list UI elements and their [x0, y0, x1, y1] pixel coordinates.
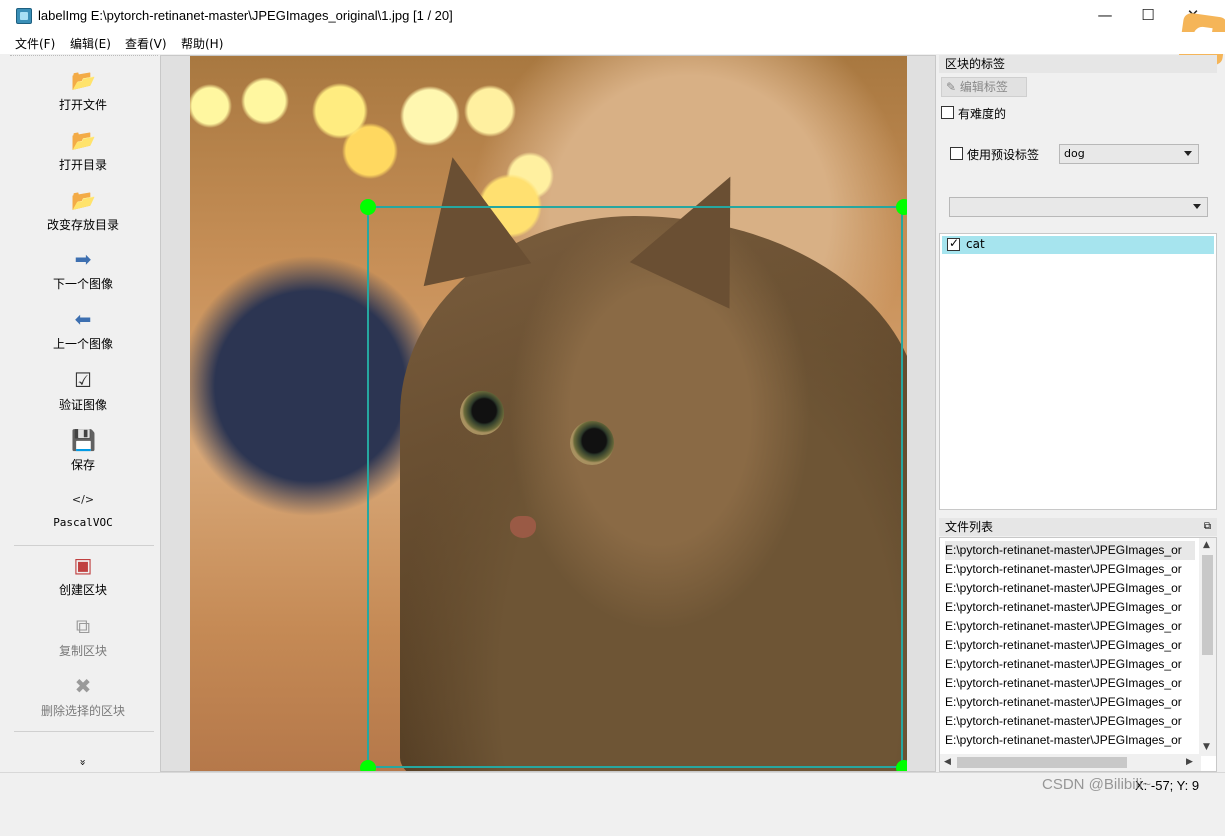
- format-pascalvoc-button[interactable]: </> PascalVOC: [10, 488, 156, 529]
- open-file-button[interactable]: 📂 打开文件: [10, 68, 156, 113]
- use-default-label-text: 使用预设标签: [967, 148, 1040, 162]
- save-button[interactable]: 💾 保存: [10, 428, 156, 473]
- open-dir-label: 打开目录: [58, 158, 107, 172]
- label-item-text: cat: [966, 237, 985, 251]
- menu-edit[interactable]: 编辑(E): [70, 35, 111, 52]
- checkbox-icon: ☑: [74, 368, 92, 392]
- create-box-icon: ▣: [73, 553, 93, 577]
- file-list-vertical-scrollbar[interactable]: ▲ ▼: [1199, 538, 1216, 756]
- file-list-item[interactable]: E:\pytorch-retinanet-master\JPEGImages_o…: [945, 655, 1195, 674]
- arrow-left-icon: ⬅: [74, 307, 92, 331]
- toolbar-more-icon[interactable]: »: [77, 690, 90, 836]
- label-list: cat: [939, 233, 1217, 510]
- bounding-box-cat[interactable]: [367, 206, 903, 768]
- prev-image-label: 上一个图像: [52, 337, 113, 351]
- file-list-item[interactable]: E:\pytorch-retinanet-master\JPEGImages_o…: [945, 617, 1195, 636]
- file-list-item[interactable]: E:\pytorch-retinanet-master\JPEGImages_o…: [945, 712, 1195, 731]
- left-toolbar: 📂 打开文件 📂 打开目录 📂 改变存放目录 ➡ 下一个图像 ⬅ 上一个图像 ☑…: [10, 55, 158, 772]
- create-box-label: 创建区块: [58, 583, 107, 597]
- file-list-item[interactable]: E:\pytorch-retinanet-master\JPEGImages_o…: [945, 579, 1195, 598]
- labelimg-app-icon: [16, 8, 32, 24]
- label-visible-checkbox[interactable]: [947, 236, 960, 251]
- create-box-button[interactable]: ▣ 创建区块: [10, 553, 156, 598]
- change-save-dir-button[interactable]: 📂 改变存放目录: [10, 188, 156, 233]
- edit-label-text: 编辑标签: [959, 80, 1008, 94]
- difficult-label: 有难度的: [958, 107, 1007, 121]
- file-list-item[interactable]: E:\pytorch-retinanet-master\JPEGImages_o…: [945, 731, 1195, 750]
- right-panel: 区块的标签 ✎ 编辑标签 有难度的 使用预设标签 dog cat 文件列表 ⧉ …: [939, 55, 1217, 772]
- bbox-handle-bottom-right[interactable]: [896, 760, 907, 771]
- file-list-item[interactable]: E:\pytorch-retinanet-master\JPEGImages_o…: [945, 541, 1195, 560]
- label-list-item[interactable]: cat: [942, 236, 1214, 254]
- prev-image-button[interactable]: ⬅ 上一个图像: [10, 307, 156, 352]
- next-image-button[interactable]: ➡ 下一个图像: [10, 247, 156, 292]
- verify-image-button[interactable]: ☑ 验证图像: [10, 368, 156, 413]
- open-dir-button[interactable]: 📂 打开目录: [10, 128, 156, 173]
- pascalvoc-label: PascalVOC: [53, 516, 113, 529]
- maximize-button[interactable]: ☐: [1128, 4, 1168, 28]
- code-icon: </>: [71, 493, 95, 506]
- horizontal-scroll-thumb[interactable]: [957, 757, 1127, 768]
- save-icon: 💾: [71, 428, 96, 452]
- image-canvas[interactable]: [160, 55, 936, 772]
- title-bar: labelImg E:\pytorch-retinanet-master\JPE…: [0, 0, 1225, 32]
- folder-open-icon: 📂: [71, 68, 96, 92]
- verify-image-label: 验证图像: [58, 398, 107, 412]
- toolbar-separator: [14, 545, 154, 546]
- menu-help[interactable]: 帮助(H): [181, 35, 223, 52]
- menu-view[interactable]: 查看(V): [125, 35, 167, 52]
- next-image-label: 下一个图像: [52, 277, 113, 291]
- copy-box-button[interactable]: ⧉ 复制区块: [10, 614, 156, 659]
- label-dock-title: 区块的标签: [939, 55, 1217, 73]
- file-list-item[interactable]: E:\pytorch-retinanet-master\JPEGImages_o…: [945, 598, 1195, 617]
- default-label-value: dog: [1064, 147, 1085, 160]
- difficult-checkbox[interactable]: [941, 106, 954, 119]
- watermark-text: CSDN @Bilibili~: [1042, 776, 1151, 793]
- scroll-right-icon[interactable]: ▶: [1186, 757, 1193, 767]
- copy-box-label: 复制区块: [58, 644, 107, 658]
- file-list-horizontal-scrollbar[interactable]: ◀ ▶: [940, 754, 1201, 771]
- minimize-button[interactable]: —: [1085, 4, 1125, 28]
- bbox-handle-bottom-left[interactable]: [360, 760, 376, 771]
- chevron-down-icon: [1184, 151, 1192, 156]
- status-bar: X: -57; Y: 9 CSDN @Bilibili~: [0, 772, 1225, 803]
- bbox-handle-top-right[interactable]: [896, 199, 907, 215]
- scroll-left-icon[interactable]: ◀: [944, 757, 951, 767]
- cat-photo: [190, 56, 907, 771]
- chevron-down-icon: [1193, 204, 1201, 209]
- bbox-handle-top-left[interactable]: [360, 199, 376, 215]
- open-file-label: 打开文件: [58, 98, 107, 112]
- default-label-combo[interactable]: dog: [1059, 144, 1199, 164]
- file-dock-title-text: 文件列表: [945, 520, 994, 534]
- window-title: labelImg E:\pytorch-retinanet-master\JPE…: [38, 8, 453, 23]
- save-label: 保存: [70, 458, 95, 472]
- use-default-label-checkbox[interactable]: [950, 147, 963, 160]
- copy-box-icon: ⧉: [75, 614, 91, 638]
- arrow-right-icon: ➡: [74, 247, 92, 271]
- undock-icon[interactable]: ⧉: [1204, 518, 1211, 536]
- scroll-down-icon[interactable]: ▼: [1203, 742, 1210, 752]
- change-save-dir-label: 改变存放目录: [46, 218, 119, 232]
- file-list-item[interactable]: E:\pytorch-retinanet-master\JPEGImages_o…: [945, 636, 1195, 655]
- menu-file[interactable]: 文件(F): [15, 35, 55, 52]
- file-dock-title: 文件列表 ⧉: [939, 518, 1217, 536]
- file-list: E:\pytorch-retinanet-master\JPEGImages_o…: [939, 537, 1217, 772]
- menu-bar: 文件(F) 编辑(E) 查看(V) 帮助(H): [0, 32, 1225, 54]
- edit-label-button[interactable]: ✎ 编辑标签: [941, 77, 1027, 97]
- folder-open-icon: 📂: [71, 188, 96, 212]
- vertical-scroll-thumb[interactable]: [1202, 555, 1213, 655]
- file-list-item[interactable]: E:\pytorch-retinanet-master\JPEGImages_o…: [945, 693, 1195, 712]
- folder-open-icon: 📂: [71, 128, 96, 152]
- label-combo[interactable]: [949, 197, 1208, 217]
- file-list-item[interactable]: E:\pytorch-retinanet-master\JPEGImages_o…: [945, 674, 1195, 693]
- scroll-up-icon[interactable]: ▲: [1203, 540, 1210, 550]
- file-list-item[interactable]: E:\pytorch-retinanet-master\JPEGImages_o…: [945, 560, 1195, 579]
